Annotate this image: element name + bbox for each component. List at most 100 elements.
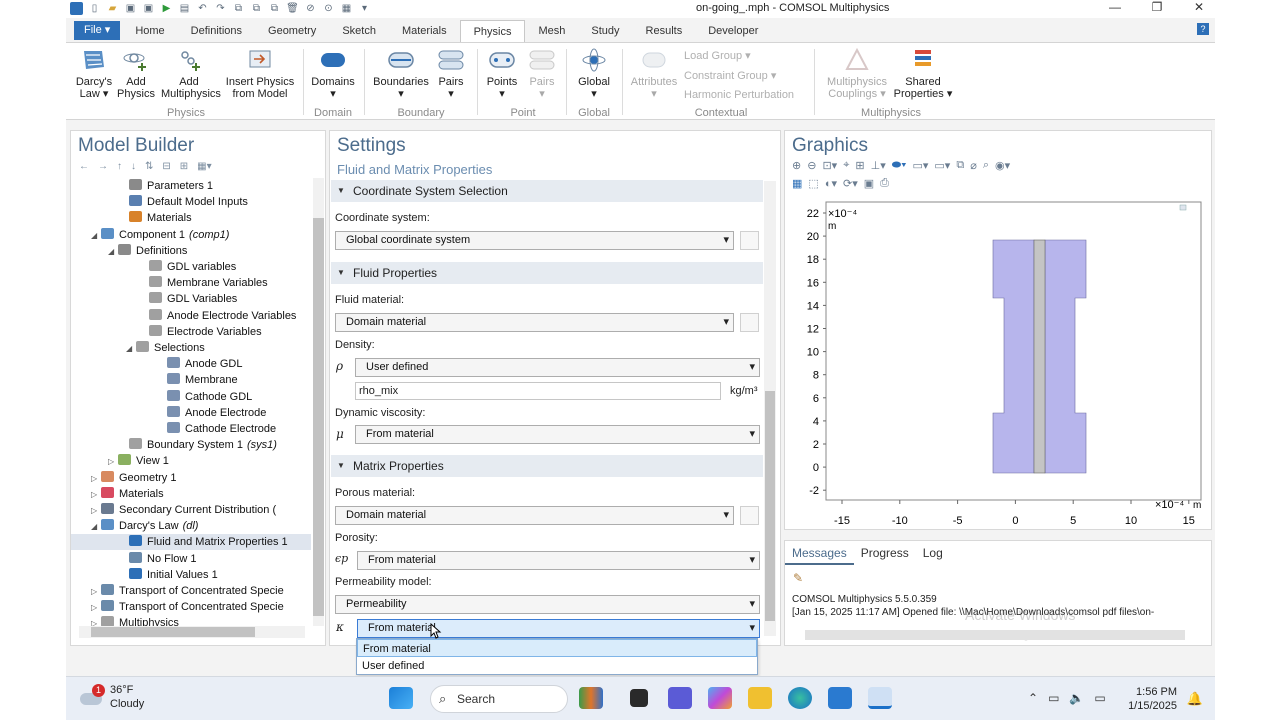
help-icon[interactable]: ? bbox=[1197, 23, 1209, 35]
expand-icon[interactable]: ⊞ bbox=[180, 161, 188, 172]
tab-sketch[interactable]: Sketch bbox=[329, 20, 389, 42]
chevron-up-icon[interactable]: ⌃ bbox=[1028, 691, 1038, 705]
new-icon[interactable]: ▯ bbox=[88, 2, 101, 15]
fluid-material-select[interactable]: Domain material bbox=[335, 313, 734, 332]
harmonic-perturbation-button[interactable]: Harmonic Perturbation bbox=[684, 89, 794, 101]
views-icon[interactable]: ⌕ bbox=[983, 159, 989, 172]
membrane-domain[interactable] bbox=[1033, 239, 1046, 474]
tree-item[interactable]: GDL variables bbox=[71, 259, 236, 275]
edge-icon[interactable] bbox=[788, 687, 812, 709]
messages-hscrollbar[interactable] bbox=[805, 630, 1185, 640]
save-icon[interactable]: ▣ bbox=[124, 2, 137, 15]
show-icon[interactable]: ⇅ bbox=[145, 161, 153, 172]
darcys-law-button[interactable]: Darcy's Law ▾ bbox=[72, 47, 116, 100]
tab-messages[interactable]: Messages bbox=[785, 541, 854, 565]
open-icon[interactable]: ▰ bbox=[106, 2, 119, 15]
tab-definitions[interactable]: Definitions bbox=[178, 20, 255, 42]
enable-icon[interactable]: ⊙ bbox=[322, 2, 335, 15]
expand-arrow-icon[interactable]: ◢ bbox=[91, 228, 101, 244]
tab-file[interactable]: File ▾ bbox=[74, 21, 121, 40]
tree-item[interactable]: Materials bbox=[71, 210, 192, 226]
print-icon[interactable]: ⎙ bbox=[880, 177, 889, 190]
tree-item[interactable]: Fluid and Matrix Properties 1 bbox=[71, 534, 311, 551]
clear-selection-icon[interactable]: ⧉ bbox=[956, 159, 964, 172]
zoom-in-icon[interactable]: ⊕ bbox=[792, 159, 801, 172]
tab-results[interactable]: Results bbox=[633, 20, 696, 42]
close-icon[interactable]: ✕ bbox=[1187, 0, 1211, 14]
expand-arrow-icon[interactable]: ▷ bbox=[108, 454, 118, 470]
points-button[interactable]: Points ▾ bbox=[482, 47, 522, 100]
copilot-icon[interactable] bbox=[708, 687, 732, 709]
tab-physics[interactable]: Physics bbox=[459, 20, 526, 42]
rendering-icon[interactable]: ⬬▾ bbox=[892, 159, 907, 172]
select-icon[interactable]: ▭▾ bbox=[912, 159, 928, 172]
restore-icon[interactable]: ❐ bbox=[1145, 0, 1169, 14]
tree-item[interactable]: Cathode Electrode bbox=[71, 421, 276, 437]
tree-item[interactable]: No Flow 1 bbox=[71, 551, 197, 567]
expand-arrow-icon[interactable]: ▷ bbox=[91, 616, 101, 626]
clock[interactable]: 1:56 PM 1/15/2025 bbox=[1128, 685, 1177, 713]
start-icon[interactable] bbox=[389, 687, 413, 709]
file-explorer-icon[interactable] bbox=[748, 687, 772, 709]
expand-arrow-icon[interactable]: ◢ bbox=[126, 341, 136, 357]
axis-orientation-icon[interactable]: ⊥▾ bbox=[871, 159, 886, 172]
wireframe-icon[interactable]: ⌀ bbox=[970, 159, 977, 172]
tree-item[interactable]: GDL Variables bbox=[71, 291, 237, 307]
add-physics-button[interactable]: Add Physics bbox=[116, 47, 156, 100]
boundary-pairs-button[interactable]: Pairs ▾ bbox=[434, 47, 468, 100]
collapse-icon[interactable]: ⊟ bbox=[162, 161, 170, 172]
expand-arrow-icon[interactable]: ▷ bbox=[91, 584, 101, 600]
tree-item[interactable]: Cathode GDL bbox=[71, 389, 252, 405]
duplicate-icon[interactable]: ⧉ bbox=[268, 2, 281, 15]
battery-icon[interactable]: ▭ bbox=[1094, 691, 1105, 705]
multiphysics-couplings-button[interactable]: Multiphysics Couplings ▾ bbox=[822, 47, 892, 100]
expand-arrow-icon[interactable]: ▷ bbox=[91, 503, 101, 519]
tree-item[interactable]: Anode Electrode bbox=[71, 405, 266, 421]
section-fluid-properties[interactable]: Fluid Properties bbox=[331, 262, 763, 284]
back-icon[interactable]: ← bbox=[79, 161, 89, 172]
volume-icon[interactable]: 🔈 bbox=[1069, 691, 1084, 705]
minimize-icon[interactable]: — bbox=[1103, 0, 1127, 14]
reset-icon[interactable]: ⟳▾ bbox=[843, 177, 858, 190]
tab-progress[interactable]: Progress bbox=[854, 541, 916, 565]
porous-material-goto-icon[interactable] bbox=[740, 506, 759, 525]
tree-item[interactable]: Anode GDL bbox=[71, 356, 242, 372]
tree-item[interactable]: Default Model Inputs bbox=[71, 194, 248, 210]
tree-item[interactable]: ◢ Component 1 (comp1) bbox=[71, 227, 229, 243]
tree-item[interactable]: ◢ Definitions bbox=[71, 243, 187, 259]
section-matrix-properties[interactable]: Matrix Properties bbox=[331, 455, 763, 477]
geometry-plot[interactable]: 2220181614121086420-2 -15 -10 -5 0 5 10 15 ×10… bbox=[785, 193, 1211, 529]
tree-item[interactable]: ▷ Secondary Current Distribution ( bbox=[71, 502, 276, 518]
tree-item[interactable]: ▷ Materials bbox=[71, 486, 164, 502]
undo-icon[interactable]: ↶ bbox=[196, 2, 209, 15]
porosity-select[interactable]: From material bbox=[357, 551, 760, 570]
zoom-box-icon[interactable]: ⊡▾ bbox=[822, 159, 837, 172]
viscosity-select[interactable]: From material bbox=[355, 425, 760, 444]
option-from-material[interactable]: From material bbox=[357, 639, 757, 657]
paste-icon[interactable]: ⧉ bbox=[250, 2, 263, 15]
disable-icon[interactable]: ⊘ bbox=[304, 2, 317, 15]
expand-arrow-icon[interactable]: ▷ bbox=[91, 487, 101, 503]
tree-item[interactable]: ▷ Multiphysics bbox=[71, 615, 179, 626]
constraint-group-button[interactable]: Constraint Group ▾ bbox=[684, 69, 776, 82]
global-button[interactable]: Global ▾ bbox=[572, 47, 616, 100]
tree-item[interactable]: ▷ View 1 bbox=[71, 453, 169, 469]
hide-icon[interactable]: ▭▾ bbox=[934, 159, 950, 172]
build-all-icon[interactable]: ▦ bbox=[340, 2, 353, 15]
fluid-material-goto-icon[interactable] bbox=[740, 313, 759, 332]
camera-icon[interactable]: ◉▾ bbox=[995, 159, 1010, 172]
expand-arrow-icon[interactable]: ◢ bbox=[91, 519, 101, 535]
teams-icon[interactable] bbox=[668, 687, 692, 709]
compact-history-icon[interactable]: ▤ bbox=[178, 2, 191, 15]
load-group-button[interactable]: Load Group ▾ bbox=[684, 49, 751, 62]
tree-item[interactable]: Anode Electrode Variables bbox=[71, 308, 296, 324]
store-icon[interactable] bbox=[828, 687, 852, 709]
comsol-taskbar-icon[interactable] bbox=[868, 687, 892, 709]
zoom-out-icon[interactable]: ⊖ bbox=[807, 159, 816, 172]
model-builder-menu-icon[interactable]: ▦▾ bbox=[197, 161, 211, 172]
move-up-icon[interactable]: ↑ bbox=[117, 161, 122, 172]
zoom-extents-icon[interactable]: ⌖ bbox=[843, 159, 849, 172]
tree-item[interactable]: ▷ Transport of Concentrated Specie bbox=[71, 583, 284, 599]
delete-icon[interactable]: 🗑 bbox=[286, 2, 299, 15]
windows-menu-icon[interactable]: ▾ bbox=[358, 2, 371, 15]
